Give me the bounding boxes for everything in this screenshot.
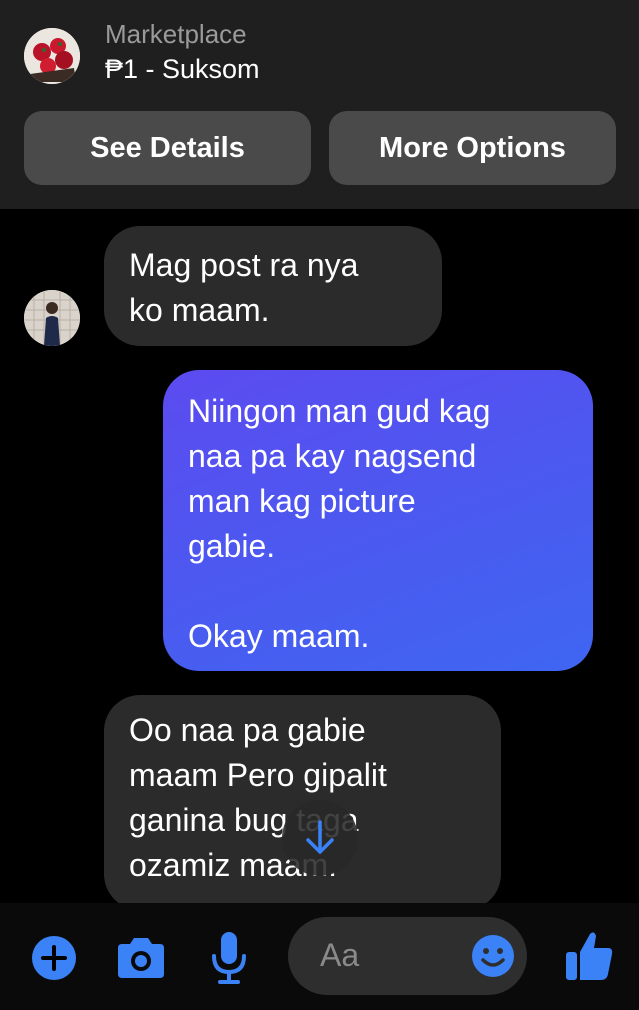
arrow-down-icon	[306, 820, 334, 854]
see-details-button[interactable]: See Details	[24, 111, 311, 185]
thumbs-up-icon[interactable]	[564, 930, 614, 982]
camera-icon[interactable]	[114, 936, 168, 980]
marketplace-header: Marketplace ₱1 - Suksom See Details More…	[0, 0, 639, 209]
message-bubble-outgoing[interactable]: Niingon man gud kag naa pa kay nagsend m…	[163, 370, 593, 671]
microphone-icon[interactable]	[210, 930, 248, 986]
plus-icon[interactable]	[30, 934, 78, 982]
message-input-placeholder: Aa	[320, 937, 360, 973]
emoji-icon[interactable]	[470, 933, 516, 979]
more-options-button[interactable]: More Options	[329, 111, 616, 185]
listing-label: Marketplace	[105, 19, 247, 49]
listing-thumbnail[interactable]	[24, 28, 80, 84]
message-input[interactable]: Aa	[288, 917, 527, 995]
listing-title: ₱1 - Suksom	[105, 54, 260, 84]
scroll-to-bottom-button[interactable]	[282, 800, 358, 876]
avatar[interactable]	[24, 290, 80, 346]
message-bubble-incoming[interactable]: Mag post ra nya ko maam.	[104, 226, 442, 346]
message-bubble-incoming[interactable]: Oo naa pa gabie maam Pero gipalit ganina…	[104, 695, 501, 910]
